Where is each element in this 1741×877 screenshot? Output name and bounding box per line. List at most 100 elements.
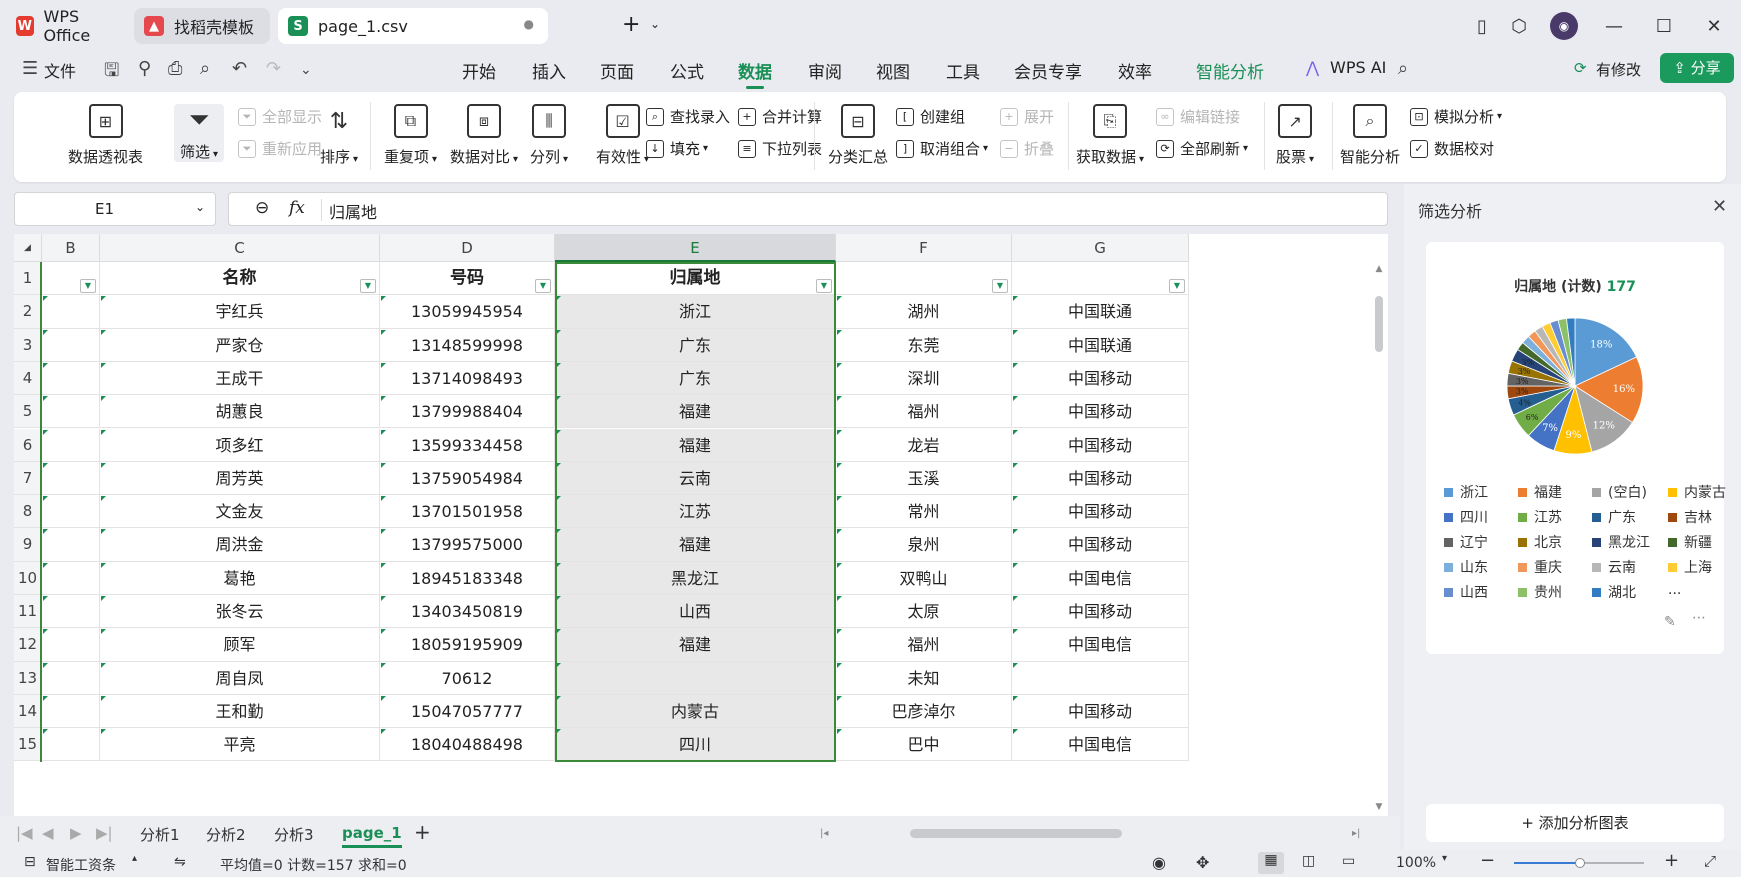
maximize-icon[interactable]: ☐ — [1650, 12, 1678, 40]
table-cell[interactable]: 巴中 — [836, 728, 1012, 762]
name-box-chevron-icon[interactable]: ⌄ — [195, 200, 205, 214]
pivot-table-button[interactable]: ⊞ 数据透视表 — [68, 104, 143, 167]
menu-wps-ai[interactable]: WPS AI — [1330, 58, 1386, 77]
legend-more[interactable]: ... — [1668, 582, 1681, 598]
row-header[interactable]: 3 — [14, 328, 42, 362]
legend-item[interactable]: 云南 — [1592, 557, 1636, 577]
table-cell[interactable]: 13701501958 — [380, 495, 555, 529]
duplicates-button[interactable]: ⧉ 重复项 ▾ — [384, 104, 437, 167]
legend-item[interactable]: 贵州 — [1518, 582, 1562, 602]
create-group-button[interactable]: [创建组 — [896, 106, 965, 127]
undo-icon[interactable]: ↶ — [232, 58, 247, 79]
ungroup-button[interactable]: ] 取消组合 ▾ — [896, 138, 988, 159]
row-header[interactable]: 5 — [14, 395, 42, 429]
zoom-slider-thumb[interactable] — [1575, 858, 1585, 868]
name-box[interactable]: E1 ⌄ — [14, 192, 216, 226]
table-cell[interactable] — [42, 728, 100, 762]
menu-page[interactable]: 页面 — [600, 58, 634, 83]
tab-list-chevron-icon[interactable]: ⌄ — [650, 17, 660, 31]
row-header[interactable]: 4 — [14, 361, 42, 396]
table-cell[interactable]: 中国移动 — [1012, 495, 1189, 529]
get-data-button[interactable]: ⎘ 获取数据 ▾ — [1076, 104, 1144, 167]
table-cell[interactable]: 严家仓 — [100, 328, 380, 362]
table-cell[interactable]: 王和勤 — [100, 694, 380, 729]
menu-review[interactable]: 审阅 — [808, 58, 842, 83]
search-icon[interactable]: ⌕ — [1398, 58, 1408, 79]
table-cell[interactable]: 顾军 — [100, 628, 380, 662]
legend-item[interactable]: 辽宁 — [1444, 532, 1488, 552]
select-all-corner[interactable]: ◢ — [14, 234, 42, 262]
column-header-col-b[interactable]: B — [42, 234, 100, 262]
zoom-chevron-icon[interactable]: ▾ — [1442, 853, 1447, 864]
table-cell[interactable]: 福建 — [555, 528, 836, 562]
expand-button[interactable]: + 展开 — [1000, 106, 1054, 127]
zoom-in-icon[interactable]: + — [1664, 850, 1679, 871]
table-cell[interactable]: 四川 — [555, 728, 836, 762]
scroll-thumb[interactable] — [1375, 296, 1383, 352]
table-cell[interactable]: 福州 — [836, 628, 1012, 662]
add-analysis-chart-button[interactable]: + 添加分析图表 — [1426, 804, 1724, 842]
eye-protection-icon[interactable]: ◉ — [1152, 853, 1166, 872]
table-cell[interactable]: 福州 — [836, 395, 1012, 429]
table-cell[interactable] — [42, 395, 100, 429]
column-header-col-d[interactable]: D — [380, 234, 555, 262]
table-cell[interactable]: 文金友 — [100, 495, 380, 529]
table-cell[interactable]: 中国电信 — [1012, 628, 1189, 662]
header-cell[interactable]: 号码 — [380, 262, 555, 296]
chart-more-icon[interactable]: ⋯ — [1692, 610, 1706, 626]
fx-icon[interactable]: fx — [289, 198, 305, 218]
legend-item[interactable]: 新疆 — [1668, 532, 1712, 552]
lookup-entry-button[interactable]: ⌕ 查找录入 — [646, 106, 730, 127]
table-cell[interactable]: 黑龙江 — [555, 561, 836, 595]
consolidate-button[interactable]: + 合并计算 — [738, 106, 822, 127]
table-cell[interactable]: 江苏 — [555, 495, 836, 529]
table-cell[interactable]: 15047057777 — [380, 694, 555, 729]
prev-sheet-icon[interactable]: ◀ — [42, 824, 54, 842]
sheet-tab-analysis2[interactable]: 分析2 — [206, 824, 246, 845]
stocks-button[interactable]: ↗ 股票 ▾ — [1276, 104, 1314, 167]
what-if-analysis-button[interactable]: ⊡ 模拟分析 ▾ — [1410, 106, 1502, 127]
filter-dropdown-icon[interactable]: ▼ — [535, 279, 551, 293]
hscroll-right-icon[interactable]: ▸| — [1352, 828, 1360, 839]
table-cell[interactable] — [42, 595, 100, 629]
zoom-out-icon[interactable]: − — [1480, 850, 1495, 871]
table-cell[interactable]: 平亮 — [100, 728, 380, 762]
table-cell[interactable]: 13799575000 — [380, 528, 555, 562]
menu-start[interactable]: 开始 — [462, 58, 496, 83]
legend-item[interactable]: 广东 — [1592, 507, 1636, 527]
table-cell[interactable]: 项多红 — [100, 428, 380, 462]
freeze-icon[interactable]: ✥ — [1196, 853, 1209, 872]
legend-item[interactable]: 吉林 — [1668, 507, 1712, 527]
legend-item[interactable]: 湖北 — [1592, 582, 1636, 602]
layout-icon[interactable]: ▯ — [1468, 12, 1496, 40]
table-cell[interactable]: 福建 — [555, 428, 836, 462]
tab-page1-csv[interactable]: S page_1.csv ● — [278, 8, 548, 44]
reapply-button[interactable]: ⏷ 重新应用 — [238, 138, 322, 159]
share-link-icon[interactable]: ⚲ — [138, 58, 151, 79]
more-chevron-icon[interactable]: ⌄ — [300, 62, 312, 78]
fill-button[interactable]: ↓ 填充 ▾ — [646, 138, 708, 159]
row-header[interactable]: 7 — [14, 461, 42, 496]
table-cell[interactable] — [42, 528, 100, 562]
menu-smart-analysis[interactable]: 智能分析 — [1196, 58, 1264, 83]
scroll-up-icon[interactable]: ▲ — [1370, 264, 1388, 274]
table-cell[interactable]: 胡蕙良 — [100, 395, 380, 429]
page-break-view-icon[interactable]: ◫ — [1302, 853, 1315, 869]
header-cell[interactable] — [1012, 262, 1189, 296]
table-cell[interactable]: 周芳英 — [100, 461, 380, 496]
new-tab-plus-icon[interactable]: + — [622, 12, 640, 37]
collapse-button[interactable]: − 折叠 — [1000, 138, 1054, 159]
show-all-button[interactable]: ⏷ 全部显示 — [238, 106, 322, 127]
column-header-col-g[interactable]: G — [1012, 234, 1189, 262]
dropdown-list-button[interactable]: ≡ 下拉列表 — [738, 138, 822, 159]
table-cell[interactable]: 中国移动 — [1012, 428, 1189, 462]
row-header[interactable]: 11 — [14, 595, 42, 629]
table-cell[interactable]: 湖州 — [836, 295, 1012, 329]
table-cell[interactable] — [42, 361, 100, 396]
tab-docer[interactable]: ▲ 找稻壳模板 — [134, 8, 270, 44]
column-header-col-f[interactable]: F — [836, 234, 1012, 262]
filter-button[interactable]: ⏷ 筛选 ▾ — [174, 104, 225, 162]
next-sheet-icon[interactable]: ▶ — [70, 824, 82, 842]
column-header-col-c[interactable]: C — [100, 234, 380, 262]
filter-dropdown-icon[interactable]: ▼ — [360, 279, 376, 293]
